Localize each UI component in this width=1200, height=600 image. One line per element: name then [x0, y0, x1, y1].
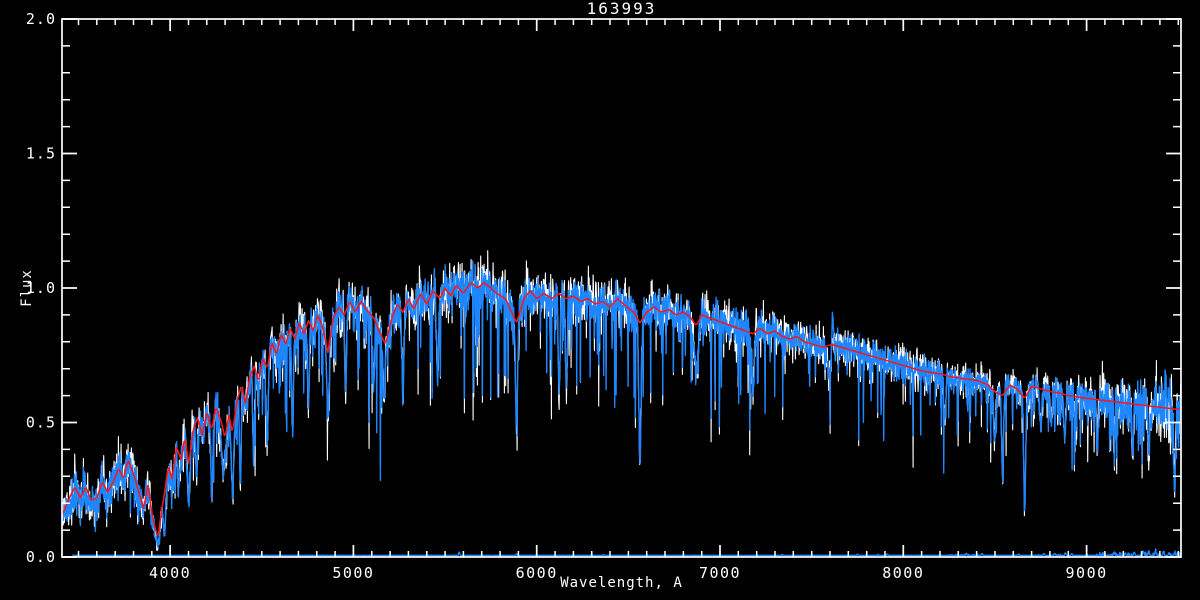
x-tick-label-7000: 7000 — [699, 564, 741, 582]
y-tick-label-1.5: 1.5 — [26, 145, 56, 163]
y-tick-label-1.0: 1.0 — [26, 279, 56, 297]
smoothed-spectrum-line — [61, 260, 1182, 548]
y-tick-label-0.5: 0.5 — [26, 414, 56, 432]
x-tick-label-9000: 9000 — [1066, 564, 1108, 582]
x-tick-label-8000: 8000 — [882, 564, 924, 582]
sky-background-line — [71, 548, 1182, 557]
minor-ticks — [62, 19, 1181, 557]
axes-box — [61, 18, 1182, 558]
spectrum-plot-window: 163993 Flux Wavelength, A 4000 5000 6000 70… — [0, 0, 1200, 600]
x-tick-label-4000: 4000 — [149, 564, 191, 582]
x-tick-label-6000: 6000 — [516, 564, 558, 582]
x-tick-label-5000: 5000 — [332, 564, 374, 582]
spectrum-chart: 4000 5000 6000 7000 8000 9000 0.0 0.5 1.0 1.5 2.0 — [26, 10, 1182, 582]
y-tick-label-0.0: 0.0 — [26, 548, 56, 566]
y-tick-label-2.0: 2.0 — [26, 10, 56, 28]
major-ticks — [62, 18, 1181, 558]
